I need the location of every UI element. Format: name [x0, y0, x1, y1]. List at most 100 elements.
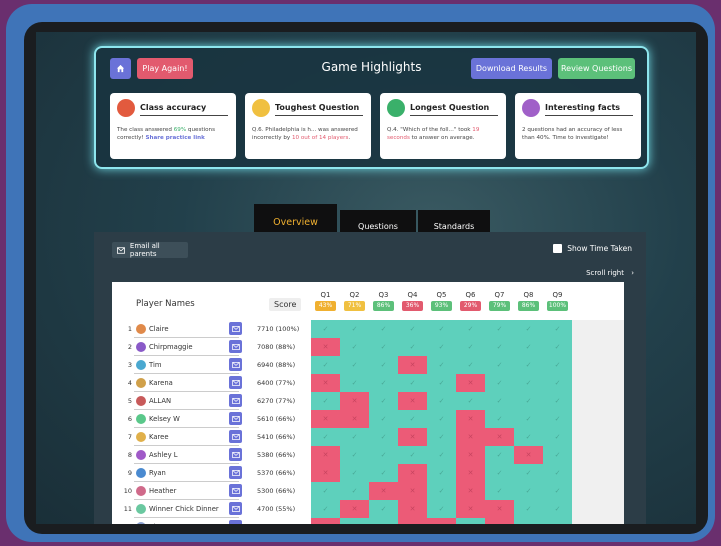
download-results-button[interactable]: Download Results	[471, 58, 552, 79]
incorrect-cell[interactable]: ✕	[398, 464, 427, 482]
correct-cell[interactable]: ✓	[514, 374, 543, 392]
email-parent-button[interactable]	[229, 376, 242, 389]
correct-cell[interactable]: ✓	[514, 410, 543, 428]
question-header[interactable]: Q3 86%	[369, 291, 398, 311]
incorrect-cell[interactable]: ✕	[311, 410, 340, 428]
correct-cell[interactable]: ✓	[514, 392, 543, 410]
incorrect-cell[interactable]: ✕	[398, 392, 427, 410]
correct-cell[interactable]: ✓	[369, 338, 398, 356]
correct-cell[interactable]: ✓	[340, 428, 369, 446]
correct-cell[interactable]: ✓	[427, 500, 456, 518]
table-row[interactable]: 8 Ashley L 5380 (66%) ✕ ✓ ✓ ✓ ✓ ✕ ✓ ✕ ✓	[112, 446, 624, 464]
correct-cell[interactable]: ✓	[543, 320, 572, 338]
incorrect-cell[interactable]: ✕	[456, 374, 485, 392]
correct-cell[interactable]: ✓	[311, 356, 340, 374]
correct-cell[interactable]: ✓	[514, 482, 543, 500]
table-row[interactable]: 1 Claire 7710 (100%) ✓ ✓ ✓ ✓ ✓ ✓ ✓ ✓ ✓	[112, 320, 624, 338]
email-parent-button[interactable]	[229, 394, 242, 407]
email-parent-button[interactable]	[229, 322, 242, 335]
incorrect-cell[interactable]: ✕	[456, 482, 485, 500]
incorrect-cell[interactable]: ✕	[456, 410, 485, 428]
incorrect-cell[interactable]: ✕	[311, 464, 340, 482]
correct-cell[interactable]: ✓	[398, 320, 427, 338]
correct-cell[interactable]: ✓	[398, 410, 427, 428]
question-header[interactable]: Q6 29%	[456, 291, 485, 311]
correct-cell[interactable]: ✓	[427, 356, 456, 374]
question-header[interactable]: Q8 86%	[514, 291, 543, 311]
correct-cell[interactable]: ✓	[427, 428, 456, 446]
checkbox[interactable]	[553, 244, 563, 253]
player-name[interactable]: Karee	[149, 433, 169, 441]
correct-cell[interactable]: ✓	[456, 356, 485, 374]
correct-cell[interactable]: ✓	[311, 428, 340, 446]
email-parent-button[interactable]	[229, 520, 242, 524]
correct-cell[interactable]: ✓	[340, 446, 369, 464]
incorrect-cell[interactable]: ✕	[311, 374, 340, 392]
question-header[interactable]: Q1 43%	[311, 291, 340, 311]
correct-cell[interactable]: ✓	[340, 374, 369, 392]
player-name[interactable]: Alex	[149, 523, 164, 524]
incorrect-cell[interactable]: ✕	[456, 428, 485, 446]
question-header[interactable]: Q2 71%	[340, 291, 369, 311]
table-row[interactable]: 2 Chirpmaggie 7080 (88%) ✕ ✓ ✓ ✓ ✓ ✓ ✓ ✓ ✓	[112, 338, 624, 356]
incorrect-cell[interactable]: ✕	[340, 500, 369, 518]
correct-cell[interactable]: ✓	[485, 410, 514, 428]
correct-cell[interactable]: ✓	[369, 500, 398, 518]
correct-cell[interactable]: ✓	[543, 338, 572, 356]
correct-cell[interactable]: ✓	[543, 518, 572, 524]
incorrect-cell[interactable]: ✕	[427, 518, 456, 524]
player-name[interactable]: Heather	[149, 487, 176, 495]
score-header[interactable]: Score	[269, 298, 302, 311]
table-row[interactable]: 10 Heather 5300 (66%) ✓ ✓ ✕ ✕ ✓ ✕ ✓ ✓ ✓	[112, 482, 624, 500]
correct-cell[interactable]: ✓	[427, 446, 456, 464]
correct-cell[interactable]: ✓	[514, 500, 543, 518]
correct-cell[interactable]: ✓	[456, 392, 485, 410]
correct-cell[interactable]: ✓	[485, 446, 514, 464]
question-header[interactable]: Q5 93%	[427, 291, 456, 311]
incorrect-cell[interactable]: ✕	[311, 518, 340, 524]
incorrect-cell[interactable]: ✕	[398, 428, 427, 446]
correct-cell[interactable]: ✓	[485, 464, 514, 482]
correct-cell[interactable]: ✓	[369, 356, 398, 374]
incorrect-cell[interactable]: ✕	[369, 482, 398, 500]
email-parent-button[interactable]	[229, 340, 242, 353]
question-header[interactable]: Q4 36%	[398, 291, 427, 311]
correct-cell[interactable]: ✓	[543, 392, 572, 410]
correct-cell[interactable]: ✓	[427, 338, 456, 356]
correct-cell[interactable]: ✓	[427, 464, 456, 482]
correct-cell[interactable]: ✓	[369, 428, 398, 446]
correct-cell[interactable]: ✓	[311, 500, 340, 518]
table-row[interactable]: 5 ALLAN 6270 (77%) ✓ ✕ ✓ ✕ ✓ ✓ ✓ ✓ ✓	[112, 392, 624, 410]
correct-cell[interactable]: ✓	[340, 320, 369, 338]
correct-cell[interactable]: ✓	[514, 428, 543, 446]
correct-cell[interactable]: ✓	[543, 410, 572, 428]
player-name[interactable]: Claire	[149, 325, 169, 333]
table-row[interactable]: 6 Kelsey W 5610 (66%) ✕ ✕ ✓ ✓ ✓ ✕ ✓ ✓ ✓	[112, 410, 624, 428]
correct-cell[interactable]: ✓	[340, 482, 369, 500]
correct-cell[interactable]: ✓	[514, 464, 543, 482]
question-header[interactable]: Q7 79%	[485, 291, 514, 311]
correct-cell[interactable]: ✓	[543, 464, 572, 482]
correct-cell[interactable]: ✓	[427, 410, 456, 428]
incorrect-cell[interactable]: ✕	[398, 518, 427, 524]
email-parent-button[interactable]	[229, 412, 242, 425]
correct-cell[interactable]: ✓	[456, 320, 485, 338]
incorrect-cell[interactable]: ✕	[340, 410, 369, 428]
correct-cell[interactable]: ✓	[543, 482, 572, 500]
correct-cell[interactable]: ✓	[369, 464, 398, 482]
correct-cell[interactable]: ✓	[485, 320, 514, 338]
correct-cell[interactable]: ✓	[427, 392, 456, 410]
email-parent-button[interactable]	[229, 430, 242, 443]
incorrect-cell[interactable]: ✕	[398, 482, 427, 500]
correct-cell[interactable]: ✓	[514, 356, 543, 374]
incorrect-cell[interactable]: ✕	[398, 356, 427, 374]
email-all-parents-button[interactable]: Email all parents	[112, 242, 188, 258]
show-time-taken-toggle[interactable]: Show Time Taken	[553, 244, 632, 253]
table-row[interactable]: 12Alex4460 (55%)✕✓✓✕✕✓✕✓✓	[112, 518, 624, 524]
review-questions-button[interactable]: Review Questions	[558, 58, 635, 79]
correct-cell[interactable]: ✓	[456, 518, 485, 524]
correct-cell[interactable]: ✓	[485, 374, 514, 392]
email-parent-button[interactable]	[229, 358, 242, 371]
scroll-right-button[interactable]: Scroll right ›	[586, 269, 634, 277]
correct-cell[interactable]: ✓	[340, 356, 369, 374]
